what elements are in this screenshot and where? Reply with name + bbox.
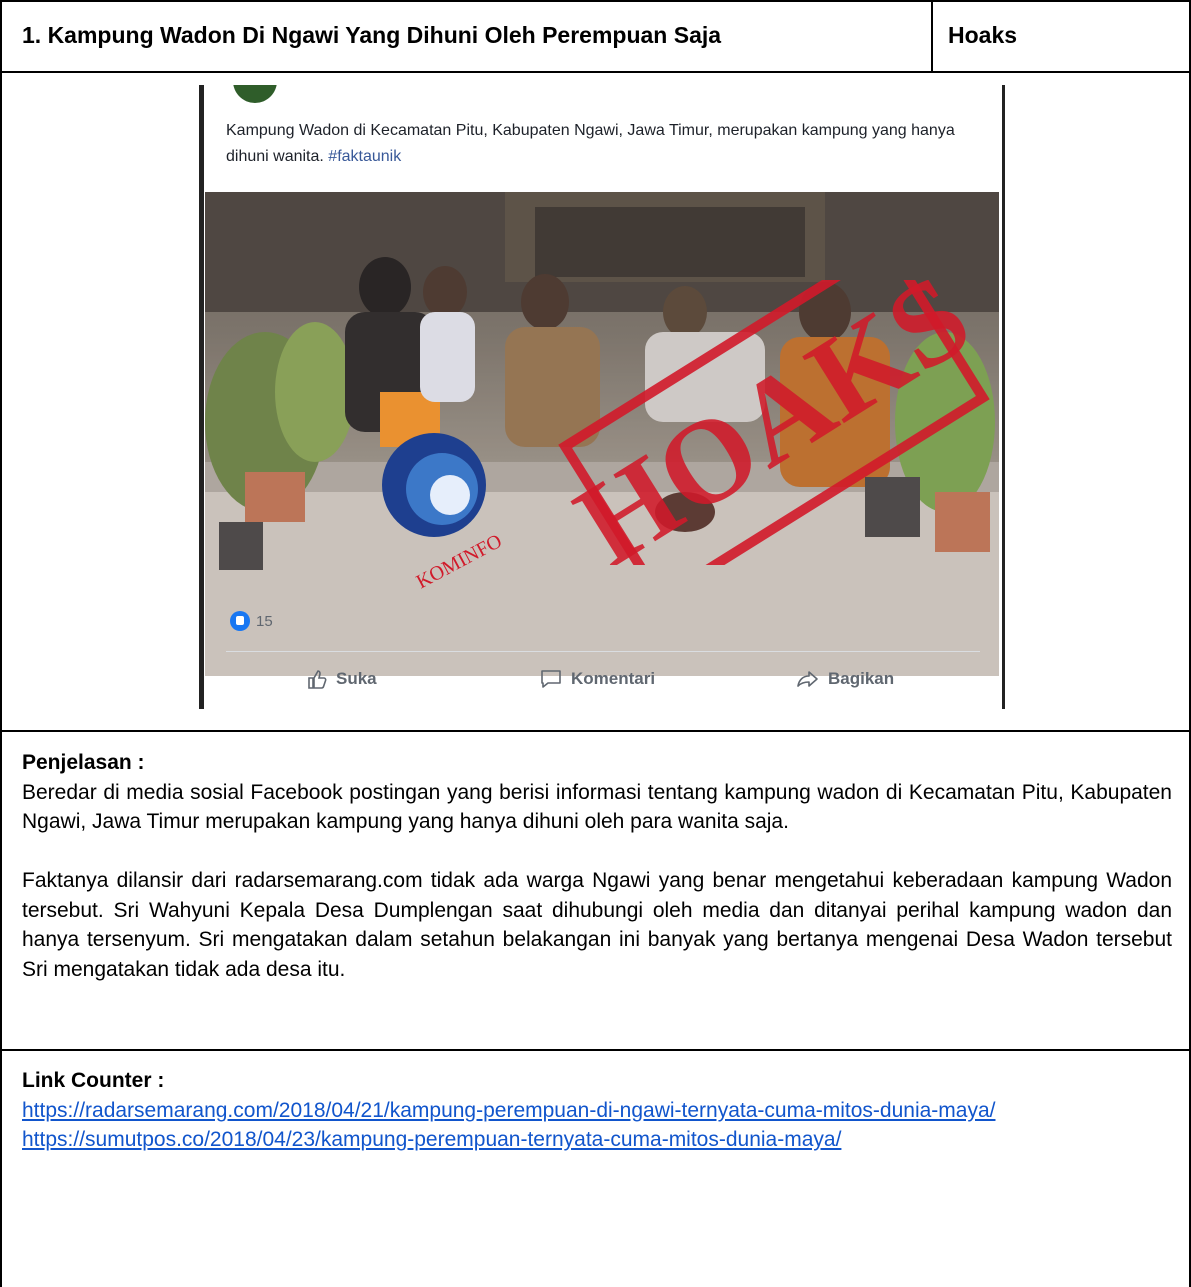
- thumbs-up-icon: [308, 670, 327, 689]
- logo-text: KOMINFO: [413, 530, 506, 590]
- explanation-section: Penjelasan : Beredar di media sosial Fac…: [22, 748, 1172, 984]
- like-button[interactable]: Suka: [306, 668, 377, 690]
- share-label: Bagikan: [828, 669, 895, 688]
- fact-check-document: 1. Kampung Wadon Di Ngawi Yang Dihuni Ol…: [0, 0, 1191, 1287]
- explanation-label: Penjelasan :: [22, 751, 145, 774]
- comment-icon: [541, 670, 561, 688]
- post-divider: [226, 651, 980, 652]
- explanation-paragraph-2: Faktanya dilansir dari radarsemarang.com…: [22, 869, 1172, 981]
- like-count-value: 15: [256, 612, 273, 630]
- table-border-header-bottom: [0, 71, 1191, 73]
- link-counter-section: Link Counter : https://radarsemarang.com…: [22, 1066, 1172, 1155]
- share-button[interactable]: Bagikan: [796, 668, 894, 690]
- like-count: 15: [230, 611, 273, 631]
- explanation-paragraph-1: Beredar di media sosial Facebook posting…: [22, 780, 1172, 834]
- post-hashtag[interactable]: #faktaunik: [328, 148, 401, 165]
- kominfo-logo: KOMINFO: [382, 433, 506, 590]
- page-title: 1. Kampung Wadon Di Ngawi Yang Dihuni Ol…: [22, 22, 722, 48]
- post-text: Kampung Wadon di Kecamatan Pitu, Kabupat…: [226, 118, 966, 170]
- counter-link-2[interactable]: https://sumutpos.co/2018/04/23/kampung-p…: [22, 1125, 1172, 1155]
- table-border-explanation-bottom: [0, 1049, 1191, 1051]
- table-border-left: [0, 0, 2, 1287]
- like-label: Suka: [336, 669, 377, 688]
- hoaks-stamp: HOAKS: [554, 280, 992, 565]
- table-border-header-divider: [931, 0, 933, 72]
- table-border-image-bottom: [0, 730, 1191, 732]
- facebook-post-screenshot: Kampung Wadon di Kecamatan Pitu, Kabupat…: [199, 85, 1005, 709]
- table-border-top: [0, 0, 1191, 2]
- comment-label: Komentari: [571, 669, 656, 688]
- avatar: [233, 85, 277, 103]
- share-icon: [797, 671, 818, 687]
- stamp-text: HOAKS: [554, 280, 992, 565]
- comment-button[interactable]: Komentari: [539, 668, 655, 690]
- screenshot-edge-left: [199, 85, 204, 709]
- link-counter-label: Link Counter :: [22, 1069, 165, 1092]
- like-icon: [230, 611, 250, 631]
- counter-link-1[interactable]: https://radarsemarang.com/2018/04/21/kam…: [22, 1096, 1172, 1126]
- verdict-label: Hoaks: [948, 22, 1018, 48]
